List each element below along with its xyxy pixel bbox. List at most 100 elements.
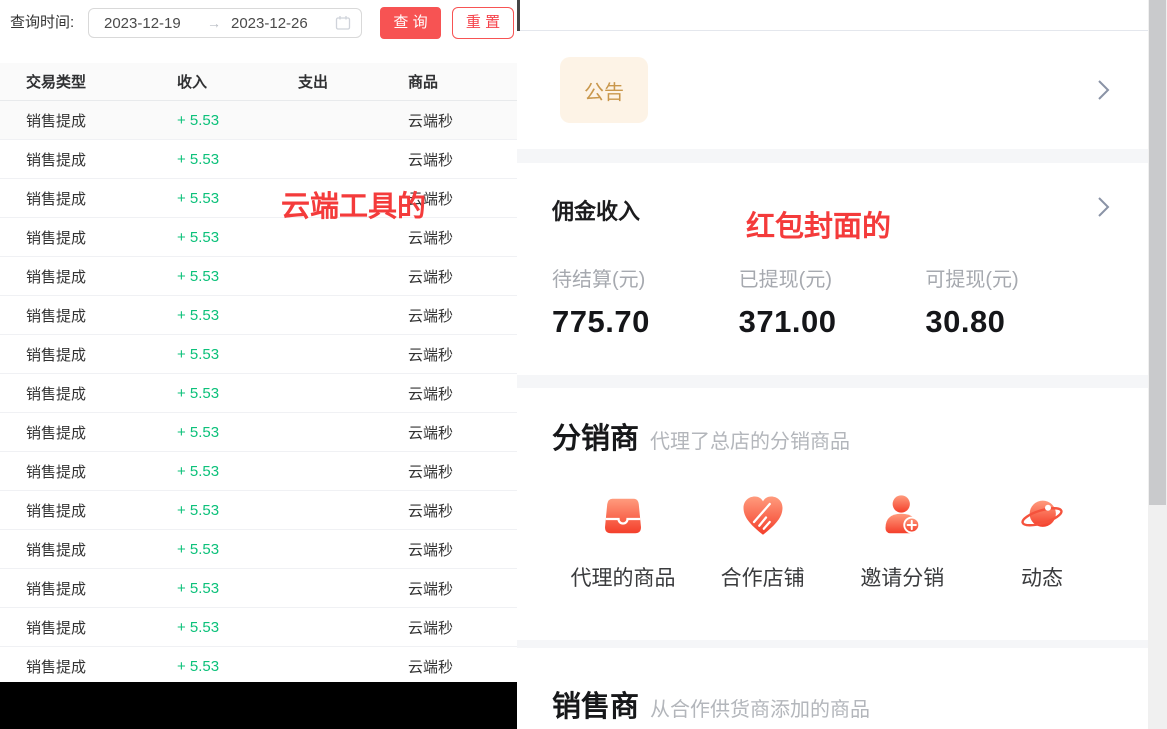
cell-product: 云端秒 bbox=[408, 344, 517, 365]
range-arrow-icon: → bbox=[201, 15, 227, 31]
cell-transaction-type: 销售提成 bbox=[0, 500, 177, 521]
menu-item-label: 动态 bbox=[1021, 562, 1063, 592]
stat-value: 371.00 bbox=[739, 304, 926, 340]
cell-income: + 5.53 bbox=[177, 541, 298, 558]
table-row[interactable]: 销售提成 + 5.53 云端秒 bbox=[0, 101, 517, 140]
stat-label: 已提现(元) bbox=[739, 263, 926, 292]
transactions-pane: 查询时间: 2023-12-19 → 2023-12-26 查 询 重 置 交易… bbox=[0, 0, 517, 729]
stat-withdrawable: 可提现(元) 30.80 bbox=[925, 263, 1112, 340]
menu-item-news[interactable]: 动态 bbox=[981, 492, 1103, 592]
cell-transaction-type: 销售提成 bbox=[0, 188, 177, 209]
cell-transaction-type: 销售提成 bbox=[0, 617, 177, 638]
cell-product: 云端秒 bbox=[408, 578, 517, 599]
table-row[interactable]: 销售提成 + 5.53 云端秒 bbox=[0, 647, 517, 686]
notice-badge: 公告 bbox=[560, 57, 648, 123]
box-icon bbox=[599, 492, 647, 540]
watermark-left: 云端工具的 bbox=[281, 183, 426, 225]
cell-product: 云端秒 bbox=[408, 110, 517, 131]
add-user-icon bbox=[878, 492, 926, 540]
scrollbar-track[interactable] bbox=[1148, 0, 1167, 729]
table-row[interactable]: 销售提成 + 5.53 云端秒 bbox=[0, 140, 517, 179]
cell-transaction-type: 销售提成 bbox=[0, 266, 177, 287]
cell-transaction-type: 销售提成 bbox=[0, 149, 177, 170]
black-overlay bbox=[0, 682, 517, 729]
menu-item-label: 代理的商品 bbox=[571, 562, 676, 592]
notice-card[interactable]: 公告 bbox=[517, 31, 1148, 149]
table-row[interactable]: 销售提成 + 5.53 云端秒 bbox=[0, 530, 517, 569]
cell-product: 云端秒 bbox=[408, 305, 517, 326]
cell-income: + 5.53 bbox=[177, 619, 298, 636]
seller-title-row: 销售商 从合作供货商添加的商品 bbox=[552, 683, 870, 725]
header-income: 收入 bbox=[177, 71, 298, 92]
commission-stats: 待结算(元) 775.70 已提现(元) 371.00 可提现(元) 30.80 bbox=[552, 263, 1112, 340]
distributor-card: 分销商 代理了总店的分销商品 代理的商品 bbox=[517, 388, 1148, 640]
cell-transaction-type: 销售提成 bbox=[0, 578, 177, 599]
query-button[interactable]: 查 询 bbox=[380, 7, 441, 39]
seller-card: 销售商 从合作供货商添加的商品 bbox=[517, 648, 1148, 729]
cell-product: 云端秒 bbox=[408, 539, 517, 560]
stat-pending: 待结算(元) 775.70 bbox=[552, 263, 739, 340]
table-row[interactable]: 销售提成 + 5.53 云端秒 bbox=[0, 608, 517, 647]
cell-product: 云端秒 bbox=[408, 383, 517, 404]
table-row[interactable]: 销售提成 + 5.53 云端秒 bbox=[0, 569, 517, 608]
table-row[interactable]: 销售提成 + 5.53 云端秒 bbox=[0, 335, 517, 374]
stat-withdrawn: 已提现(元) 371.00 bbox=[739, 263, 926, 340]
distributor-title: 分销商 bbox=[552, 415, 639, 457]
reset-button[interactable]: 重 置 bbox=[452, 7, 514, 39]
cell-product: 云端秒 bbox=[408, 617, 517, 638]
cell-income: + 5.53 bbox=[177, 190, 298, 207]
cell-income: + 5.53 bbox=[177, 346, 298, 363]
menu-item-partner-stores[interactable]: 合作店铺 bbox=[702, 492, 824, 592]
chevron-right-icon[interactable] bbox=[1096, 78, 1112, 102]
menu-item-invite-distribution[interactable]: 邀请分销 bbox=[841, 492, 963, 592]
calendar-icon bbox=[335, 15, 351, 31]
table-row[interactable]: 销售提成 + 5.53 云端秒 bbox=[0, 374, 517, 413]
query-time-label: 查询时间: bbox=[10, 0, 74, 46]
menu-item-label: 邀请分销 bbox=[860, 562, 944, 592]
table-row[interactable]: 销售提成 + 5.53 云端秒 bbox=[0, 218, 517, 257]
chevron-right-icon[interactable] bbox=[1096, 195, 1112, 219]
cell-income: + 5.53 bbox=[177, 658, 298, 675]
date-start-input[interactable]: 2023-12-19 bbox=[104, 15, 201, 32]
watermark-right: 红包封面的 bbox=[746, 203, 891, 245]
cell-transaction-type: 销售提成 bbox=[0, 422, 177, 443]
cell-income: + 5.53 bbox=[177, 112, 298, 129]
table-row[interactable]: 销售提成 + 5.53 云端秒 bbox=[0, 296, 517, 335]
table-row[interactable]: 销售提成 + 5.53 云端秒 bbox=[0, 452, 517, 491]
cell-income: + 5.53 bbox=[177, 307, 298, 324]
distributor-items: 代理的商品 bbox=[517, 492, 1148, 592]
cell-product: 云端秒 bbox=[408, 266, 517, 287]
heart-hands-icon bbox=[739, 492, 787, 540]
cell-income: + 5.53 bbox=[177, 502, 298, 519]
cell-income: + 5.53 bbox=[177, 424, 298, 441]
cell-product: 云端秒 bbox=[408, 656, 517, 677]
table-row[interactable]: 销售提成 + 5.53 云端秒 bbox=[0, 257, 517, 296]
cell-transaction-type: 销售提成 bbox=[0, 539, 177, 560]
cell-transaction-type: 销售提成 bbox=[0, 305, 177, 326]
date-end-input[interactable]: 2023-12-26 bbox=[227, 15, 335, 32]
cell-transaction-type: 销售提成 bbox=[0, 110, 177, 131]
table-row[interactable]: 销售提成 + 5.53 云端秒 bbox=[0, 179, 517, 218]
cell-income: + 5.53 bbox=[177, 580, 298, 597]
cell-product: 云端秒 bbox=[408, 461, 517, 482]
table-row[interactable]: 销售提成 + 5.53 云端秒 bbox=[0, 413, 517, 452]
topbar-edge bbox=[517, 0, 520, 31]
cell-product: 云端秒 bbox=[408, 422, 517, 443]
filter-bar: 查询时间: 2023-12-19 → 2023-12-26 查 询 重 置 bbox=[0, 0, 517, 46]
seller-subtitle: 从合作供货商添加的商品 bbox=[650, 693, 870, 722]
header-type: 交易类型 bbox=[0, 71, 177, 92]
header-product: 商品 bbox=[408, 71, 517, 92]
table-row[interactable]: 销售提成 + 5.53 云端秒 bbox=[0, 491, 517, 530]
stat-label: 待结算(元) bbox=[552, 263, 739, 292]
scrollbar-thumb[interactable] bbox=[1149, 0, 1166, 505]
stat-label: 可提现(元) bbox=[925, 263, 1112, 292]
date-range-picker[interactable]: 2023-12-19 → 2023-12-26 bbox=[88, 8, 362, 38]
cell-income: + 5.53 bbox=[177, 151, 298, 168]
header-expense: 支出 bbox=[298, 71, 408, 92]
cell-income: + 5.53 bbox=[177, 463, 298, 480]
menu-item-agency-products[interactable]: 代理的商品 bbox=[562, 492, 684, 592]
cell-transaction-type: 销售提成 bbox=[0, 656, 177, 677]
table-body: 销售提成 + 5.53 云端秒 销售提成 + 5.53 云端秒 销售提成 + 5… bbox=[0, 101, 517, 686]
stat-value: 30.80 bbox=[925, 304, 1112, 340]
cell-product: 云端秒 bbox=[408, 500, 517, 521]
